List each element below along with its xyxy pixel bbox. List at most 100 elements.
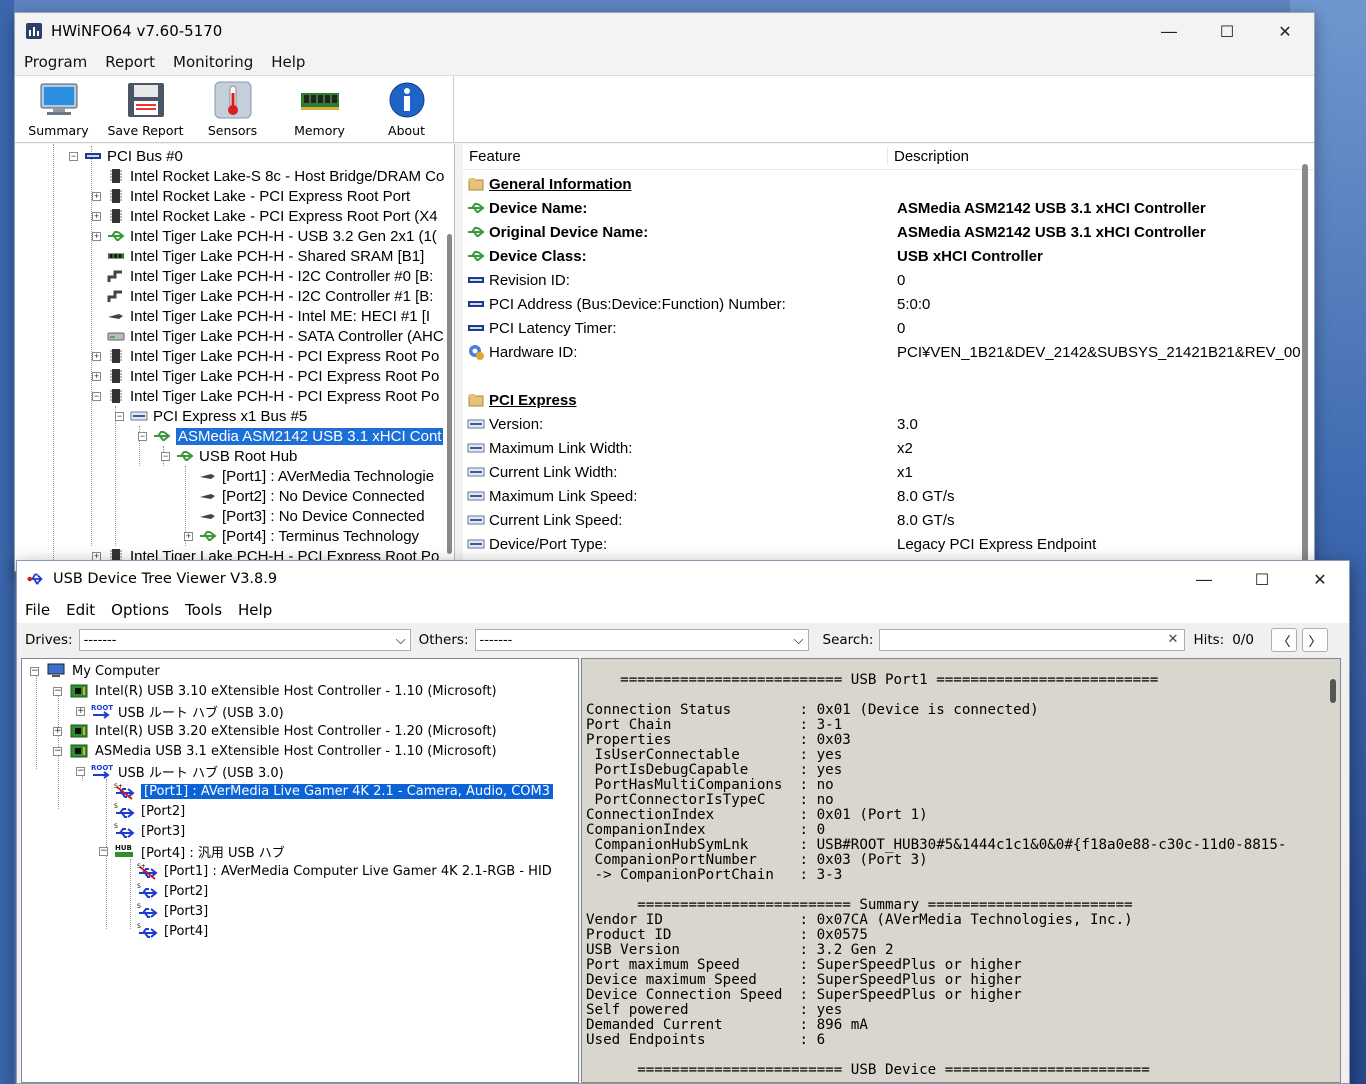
next-hit-button[interactable]: 〉 — [1301, 628, 1328, 652]
usb-tree-node[interactable]: S [Port2] — [99, 801, 185, 821]
menu-help[interactable]: Help — [262, 53, 314, 71]
detail-row[interactable]: Current Link Width: x1 — [467, 460, 1314, 484]
tree-node[interactable]: [Port3] : No Device Connected — [184, 506, 425, 526]
tree-node[interactable]: Intel Tiger Lake PCH-H - I2C Controller … — [92, 286, 433, 306]
expand-toggle[interactable]: + — [92, 371, 101, 381]
expand-toggle[interactable]: − — [92, 391, 101, 401]
tree-node[interactable]: − ASMedia ASM2142 USB 3.1 xHCI Cont — [138, 426, 444, 446]
sensors-button[interactable]: Sensors — [189, 76, 276, 142]
tree-node[interactable]: − USB Root Hub — [161, 446, 297, 466]
usb-tree-node[interactable]: S+ [Port1] : AVerMedia Computer Live Game… — [122, 861, 552, 881]
tree-node[interactable]: Intel Tiger Lake PCH-H - Shared SRAM [B1… — [92, 246, 424, 266]
tree-node[interactable]: Intel Tiger Lake PCH-H - I2C Controller … — [92, 266, 433, 286]
expand-toggle[interactable]: − — [115, 411, 124, 421]
others-dropdown[interactable]: ------- ⌵ — [474, 629, 809, 651]
drives-dropdown[interactable]: ------- ⌵ — [78, 629, 411, 651]
usb-tree-node[interactable]: + Intel(R) USB 3.20 eXtensible Host Contr… — [53, 721, 497, 741]
usb-tree-node[interactable]: − HUB [Port4] : 汎用 USB ハブ — [99, 841, 285, 861]
tree-node[interactable]: [Port2] : No Device Connected — [184, 486, 425, 506]
tree-node[interactable]: + Intel Tiger Lake PCH-H - PCI Express Ro… — [92, 346, 439, 366]
detail-row[interactable]: Original Device Name: ASMedia ASM2142 USB… — [467, 220, 1314, 244]
tree-node[interactable]: [Port1] : AVerMedia Technologie — [184, 466, 434, 486]
expand-toggle[interactable]: − — [99, 846, 108, 856]
detail-row[interactable]: Maximum Link Speed: 8.0 GT/s — [467, 484, 1314, 508]
menu-edit[interactable]: Edit — [58, 601, 103, 619]
tree-node[interactable]: + Intel Rocket Lake - PCI Express Root Po… — [92, 206, 438, 226]
menu-file[interactable]: File — [17, 601, 58, 619]
usb-tree-node[interactable]: S [Port4] — [122, 921, 208, 941]
detail-row[interactable]: Hardware ID: PCI¥VEN_1B21&DEV_2142&SUBSYS… — [467, 340, 1314, 364]
expand-toggle[interactable]: − — [53, 746, 62, 756]
expand-toggle[interactable]: − — [30, 666, 39, 676]
detail-row[interactable]: Version: 3.0 — [467, 412, 1314, 436]
expand-toggle[interactable]: − — [138, 431, 147, 441]
tree-node[interactable]: Intel Tiger Lake PCH-H - Intel ME: HECI … — [92, 306, 430, 326]
detail-row[interactable]: Revision ID: 0 — [467, 268, 1314, 292]
usb-tree-node[interactable]: + ROOT USB ルート ハブ (USB 3.0) — [76, 701, 284, 721]
usb-tree-node[interactable]: − ASMedia USB 3.1 eXtensible Host Control… — [53, 741, 497, 761]
usbtv-maximize-button[interactable]: ☐ — [1233, 561, 1291, 597]
usb-device-tree[interactable]: − My Computer − Intel(R) USB 3.10 eXtensibl… — [21, 658, 579, 1083]
expand-toggle[interactable]: + — [92, 191, 101, 201]
save-report-button[interactable]: Save Report — [102, 76, 189, 142]
usb-tree-node[interactable]: S+ [Port1] : AVerMedia Live Gamer 4K 2.1 … — [99, 781, 555, 801]
clear-search-icon[interactable]: ✕ — [1168, 632, 1179, 647]
expand-toggle[interactable]: − — [53, 686, 62, 696]
detail-row[interactable]: Device Class: USB xHCI Controller — [467, 244, 1314, 268]
memory-button[interactable]: Memory — [276, 76, 363, 142]
detail-row[interactable]: Device Name: ASMedia ASM2142 USB 3.1 xHCI… — [467, 196, 1314, 220]
info-scrollbar[interactable] — [1330, 679, 1336, 703]
hwinfo-titlebar[interactable]: HWiNFO64 v7.60-5170 ― ☐ ✕ — [15, 13, 1314, 49]
usbtv-minimize-button[interactable]: ― — [1175, 561, 1233, 597]
expand-toggle[interactable]: + — [76, 706, 85, 716]
tree-node[interactable]: − Intel Tiger Lake PCH-H - PCI Express Ro… — [92, 386, 439, 406]
menu-program[interactable]: Program — [15, 53, 96, 71]
tree-node[interactable]: − PCI Bus #0 — [69, 146, 183, 166]
detail-row[interactable]: General Information — [467, 172, 1314, 196]
about-button[interactable]: About — [363, 76, 450, 142]
detail-row[interactable]: PCI Express — [467, 388, 1314, 412]
detail-row[interactable]: PCI Address (Bus:Device:Function) Number… — [467, 292, 1314, 316]
detail-row[interactable]: Device/Port Type: Legacy PCI Express Endp… — [467, 532, 1314, 556]
menu-help[interactable]: Help — [230, 601, 280, 619]
description-column-header[interactable]: Description — [888, 148, 969, 165]
detail-row[interactable]: Maximum Link Width: x2 — [467, 436, 1314, 460]
usb-info-panel[interactable]: ========================== USB Port1 ===… — [581, 658, 1341, 1083]
detail-row[interactable]: PCI Latency Timer: 0 — [467, 316, 1314, 340]
maximize-button[interactable]: ☐ — [1198, 13, 1256, 49]
tree-node[interactable]: + [Port4] : Terminus Technology — [184, 526, 419, 546]
menu-tools[interactable]: Tools — [177, 601, 230, 619]
usb-tree-node[interactable]: S [Port2] — [122, 881, 208, 901]
tree-scrollbar[interactable] — [447, 234, 452, 554]
menu-report[interactable]: Report — [96, 53, 164, 71]
usbtv-close-button[interactable]: ✕ — [1291, 561, 1349, 597]
tree-node[interactable]: Intel Tiger Lake PCH-H - SATA Controller… — [92, 326, 444, 346]
feature-column-header[interactable]: Feature — [463, 148, 888, 165]
expand-toggle[interactable]: + — [92, 211, 101, 221]
usb-tree-node[interactable]: − ROOT USB ルート ハブ (USB 3.0) — [76, 761, 284, 781]
expand-toggle[interactable]: − — [161, 451, 170, 461]
expand-toggle[interactable]: + — [92, 351, 101, 361]
detail-row[interactable]: Current Link Speed: 8.0 GT/s — [467, 508, 1314, 532]
search-input[interactable]: ✕ — [879, 629, 1186, 651]
summary-button[interactable]: Summary — [15, 76, 102, 142]
tree-node[interactable]: Intel Rocket Lake-S 8c - Host Bridge/DRA… — [92, 166, 444, 186]
tree-node[interactable]: + Intel Tiger Lake PCH-H - USB 3.2 Gen 2x… — [92, 226, 437, 246]
menu-options[interactable]: Options — [103, 601, 177, 619]
usbtv-titlebar[interactable]: USB Device Tree Viewer V3.8.9 ― ☐ ✕ — [17, 561, 1349, 597]
menu-monitoring[interactable]: Monitoring — [164, 53, 262, 71]
tree-node[interactable]: − PCI Express x1 Bus #5 — [115, 406, 307, 426]
usb-tree-node[interactable]: S [Port3] — [122, 901, 208, 921]
minimize-button[interactable]: ― — [1140, 13, 1198, 49]
previous-hit-button[interactable]: 〈 — [1270, 628, 1297, 652]
hwinfo-device-tree[interactable]: − PCI Bus #0 Intel Rocket Lake-S 8c - Host… — [15, 144, 455, 571]
tree-node[interactable]: + Intel Rocket Lake - PCI Express Root Po… — [92, 186, 410, 206]
usb-tree-node[interactable]: − My Computer — [30, 661, 160, 681]
tree-node[interactable]: + Intel Tiger Lake PCH-H - PCI Express Ro… — [92, 366, 439, 386]
expand-toggle[interactable]: + — [53, 726, 62, 736]
close-button[interactable]: ✕ — [1256, 13, 1314, 49]
expand-toggle[interactable]: − — [76, 766, 85, 776]
expand-toggle[interactable]: − — [69, 151, 78, 161]
usb-tree-node[interactable]: S [Port3] — [99, 821, 185, 841]
expand-toggle[interactable]: + — [184, 531, 193, 541]
